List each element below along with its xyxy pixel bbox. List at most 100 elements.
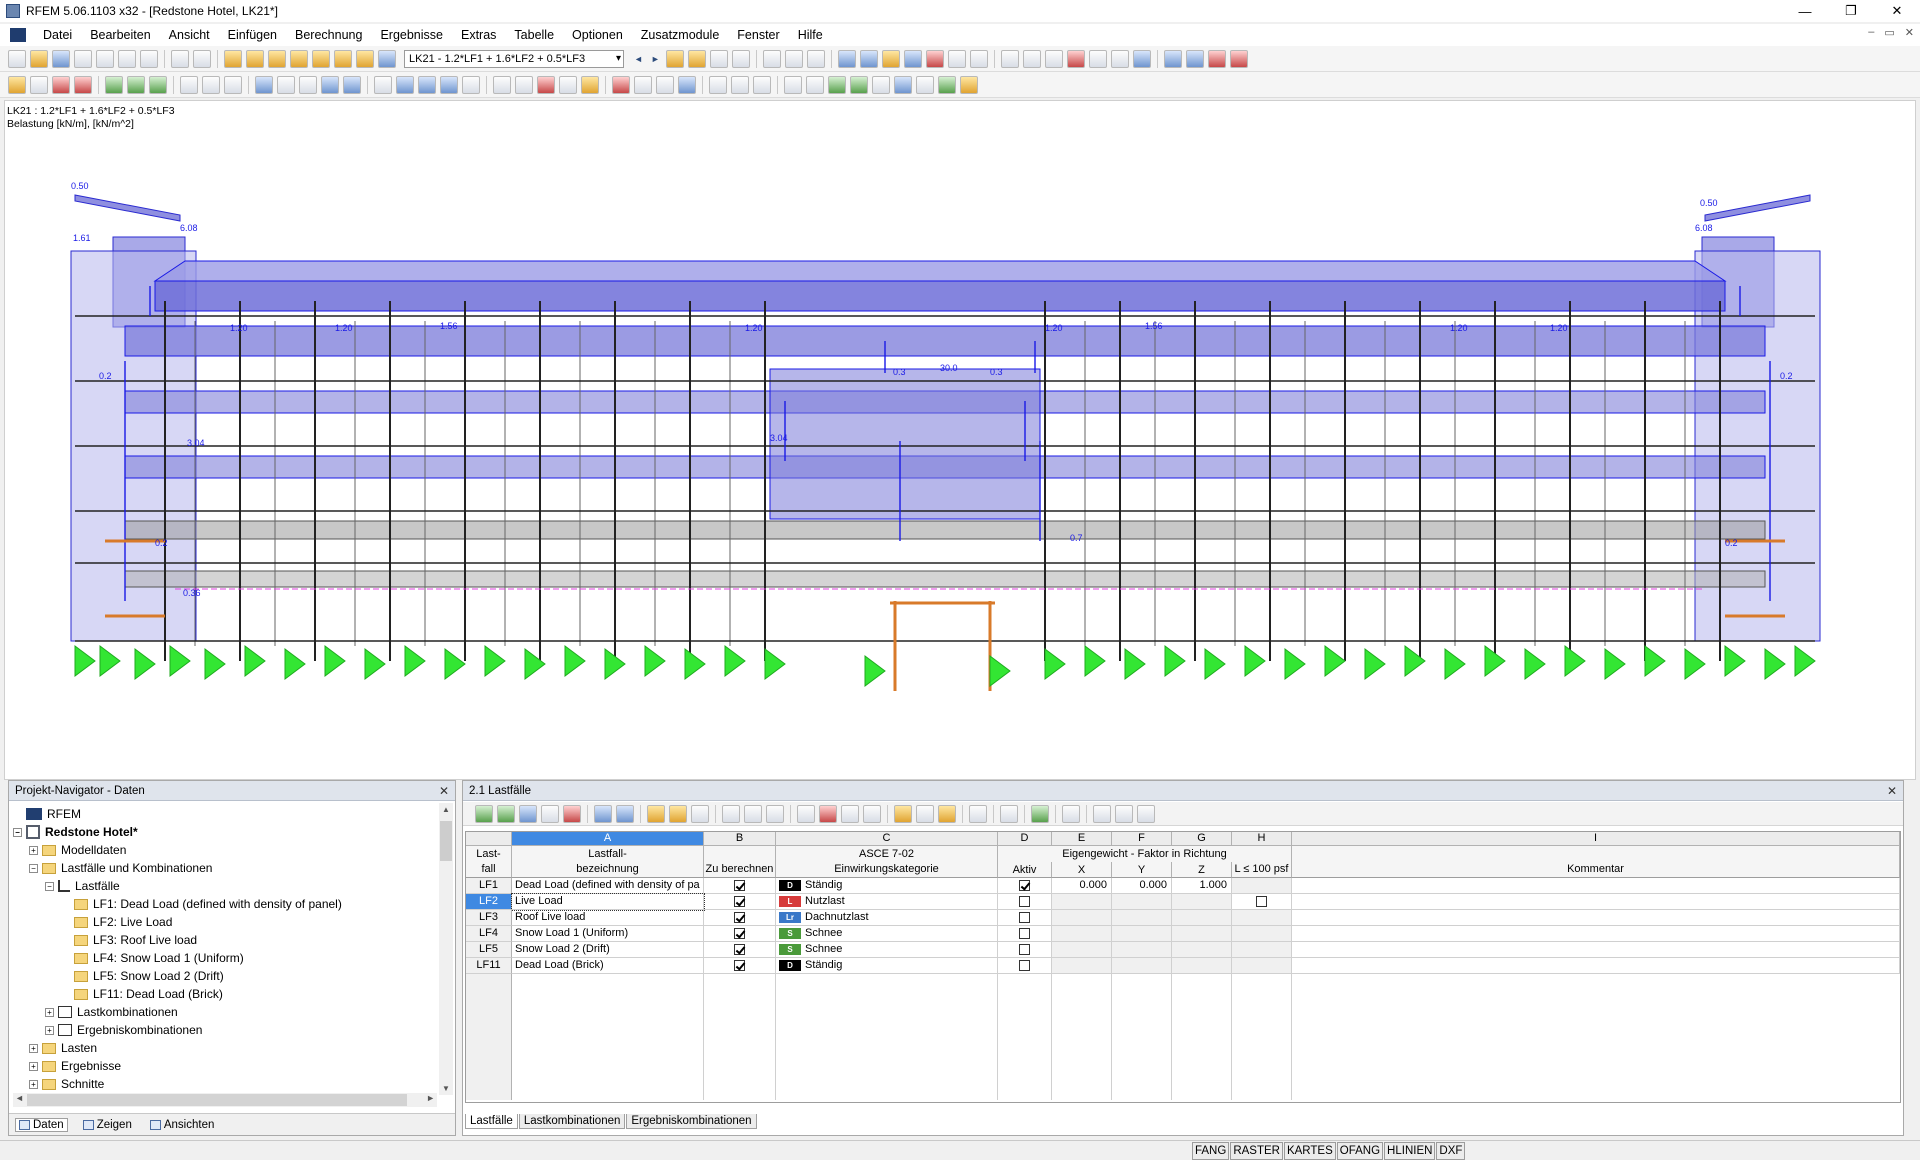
model-viewport[interactable]: LK21 : 1.2*LF1 + 1.6*LF2 + 0.5*LF3 Belas…: [4, 100, 1916, 780]
collapse-icon[interactable]: −: [29, 863, 38, 873]
dxf-icon[interactable]: [440, 75, 458, 94]
table-previous-icon[interactable]: [594, 804, 612, 823]
factor-z-cell[interactable]: [1172, 942, 1232, 958]
menu-datei[interactable]: Datei: [34, 28, 81, 42]
table-icon[interactable]: [916, 75, 934, 94]
cross-section-icon[interactable]: [255, 75, 273, 94]
active-checkbox-cell[interactable]: [998, 926, 1052, 942]
report-icon[interactable]: [1229, 49, 1248, 68]
active-checkbox-cell[interactable]: [998, 894, 1052, 910]
comment-cell[interactable]: [1292, 878, 1900, 894]
mdi-minimize-button[interactable]: –: [1868, 26, 1874, 39]
row-id-cell[interactable]: LF2: [466, 894, 512, 910]
factor-x-cell[interactable]: 0.000: [1052, 878, 1112, 894]
scroll-right-icon[interactable]: ►: [426, 1093, 435, 1103]
menu-hilfe[interactable]: Hilfe: [789, 28, 832, 42]
active-checkbox[interactable]: [1019, 928, 1030, 940]
factor-z-cell[interactable]: [1172, 894, 1232, 910]
solid-icon[interactable]: [925, 49, 944, 68]
export-icon[interactable]: [1163, 49, 1182, 68]
loadcase-name-cell[interactable]: Live Load: [511, 893, 705, 911]
factor-x-cell[interactable]: [1052, 894, 1112, 910]
comment-cell[interactable]: [1292, 958, 1900, 974]
tab-daten[interactable]: Daten: [15, 1117, 68, 1132]
grid-icon[interactable]: [859, 49, 878, 68]
member-draw-icon[interactable]: [52, 75, 70, 94]
results-icon[interactable]: [290, 49, 308, 68]
select-icon[interactable]: [656, 75, 674, 94]
col-letter-b[interactable]: B: [704, 832, 776, 846]
mirror-icon[interactable]: [1044, 49, 1063, 68]
table-pick-icon[interactable]: [669, 804, 687, 823]
guide-line-icon[interactable]: [396, 75, 414, 94]
row-id-cell[interactable]: LF11: [466, 958, 512, 974]
tree-item[interactable]: LF4: Snow Load 1 (Uniform): [13, 949, 433, 967]
table-cut-icon[interactable]: [819, 804, 837, 823]
expand-icon[interactable]: +: [45, 1007, 54, 1017]
calculate-checkbox[interactable]: [734, 896, 745, 908]
table-settings-icon[interactable]: [969, 804, 987, 823]
col-letter-a[interactable]: A: [512, 832, 704, 846]
wireframe-icon[interactable]: [903, 49, 922, 68]
factor-z-cell[interactable]: [1172, 958, 1232, 974]
max-min-icon[interactable]: [731, 49, 750, 68]
tree-item[interactable]: + Ergebniskombinationen: [13, 1021, 433, 1039]
active-checkbox-cell[interactable]: [998, 942, 1052, 958]
save-icon[interactable]: [52, 49, 70, 68]
mdi-close-button[interactable]: ✕: [1905, 26, 1914, 39]
table-toggle-icon[interactable]: [356, 49, 374, 68]
col-letter-f[interactable]: F: [1112, 832, 1172, 846]
category-cell[interactable]: D Ständig: [776, 878, 998, 894]
tree-item[interactable]: + Lasten: [13, 1039, 433, 1057]
tree-item[interactable]: + Ergebnisse: [13, 1057, 433, 1075]
menu-ergebnisse[interactable]: Ergebnisse: [371, 28, 452, 42]
show-results-icon[interactable]: [665, 49, 684, 68]
table-refresh-icon[interactable]: [691, 804, 709, 823]
measure-icon[interactable]: [969, 49, 988, 68]
calculate-checkbox[interactable]: [734, 928, 745, 940]
settings-icon[interactable]: [1088, 49, 1107, 68]
axis-icon[interactable]: [784, 75, 802, 94]
dimension-icon[interactable]: [374, 75, 392, 94]
calculate-checkbox[interactable]: [734, 880, 745, 892]
find-icon[interactable]: [246, 49, 264, 68]
zoom-icon[interactable]: [537, 75, 555, 94]
scroll-up-icon[interactable]: ▲: [439, 805, 453, 814]
next-loadcase-icon[interactable]: ►: [651, 54, 660, 64]
minimize-button[interactable]: —: [1782, 0, 1828, 22]
legend-icon[interactable]: [894, 75, 912, 94]
tree-item[interactable]: − Lastfälle und Kombinationen: [13, 859, 433, 877]
scroll-left-icon[interactable]: ◄: [15, 1093, 24, 1103]
pen-icon[interactable]: [753, 75, 771, 94]
transparency-icon[interactable]: [947, 49, 966, 68]
loadcase-name-cell[interactable]: Snow Load 1 (Uniform): [512, 926, 704, 942]
active-checkbox-cell[interactable]: [998, 958, 1052, 974]
table-move-icon[interactable]: [841, 804, 859, 823]
active-checkbox[interactable]: [1019, 912, 1030, 924]
eye-icon[interactable]: [709, 49, 728, 68]
snap-icon[interactable]: [418, 75, 436, 94]
tree-item[interactable]: LF3: Roof Live load: [13, 931, 433, 949]
calculate-checkbox[interactable]: [734, 944, 745, 956]
edit-icon[interactable]: [224, 49, 242, 68]
status-hlinien[interactable]: HLINIEN: [1384, 1142, 1436, 1160]
comment-cell[interactable]: [1292, 910, 1900, 926]
view-x-icon[interactable]: [559, 75, 577, 94]
l100-cell[interactable]: [1232, 942, 1292, 958]
category-cell[interactable]: L Nutzlast: [776, 894, 998, 910]
comment-cell[interactable]: [1292, 894, 1900, 910]
table-graph-icon[interactable]: [1093, 804, 1111, 823]
factor-y-cell[interactable]: [1112, 958, 1172, 974]
print-icon[interactable]: [96, 49, 114, 68]
factor-y-cell[interactable]: 0.000: [1112, 878, 1172, 894]
table-paste-icon[interactable]: [744, 804, 762, 823]
factor-x-cell[interactable]: [1052, 942, 1112, 958]
l100-cell[interactable]: [1232, 894, 1292, 910]
category-cell[interactable]: Lr Dachnutzlast: [776, 910, 998, 926]
calculate-checkbox-cell[interactable]: [704, 894, 776, 910]
tab-ansichten[interactable]: Ansichten: [147, 1119, 218, 1131]
active-checkbox-cell[interactable]: [998, 910, 1052, 926]
material-icon[interactable]: [277, 75, 295, 94]
calculate-checkbox-cell[interactable]: [704, 910, 776, 926]
row-id-cell[interactable]: LF5: [466, 942, 512, 958]
